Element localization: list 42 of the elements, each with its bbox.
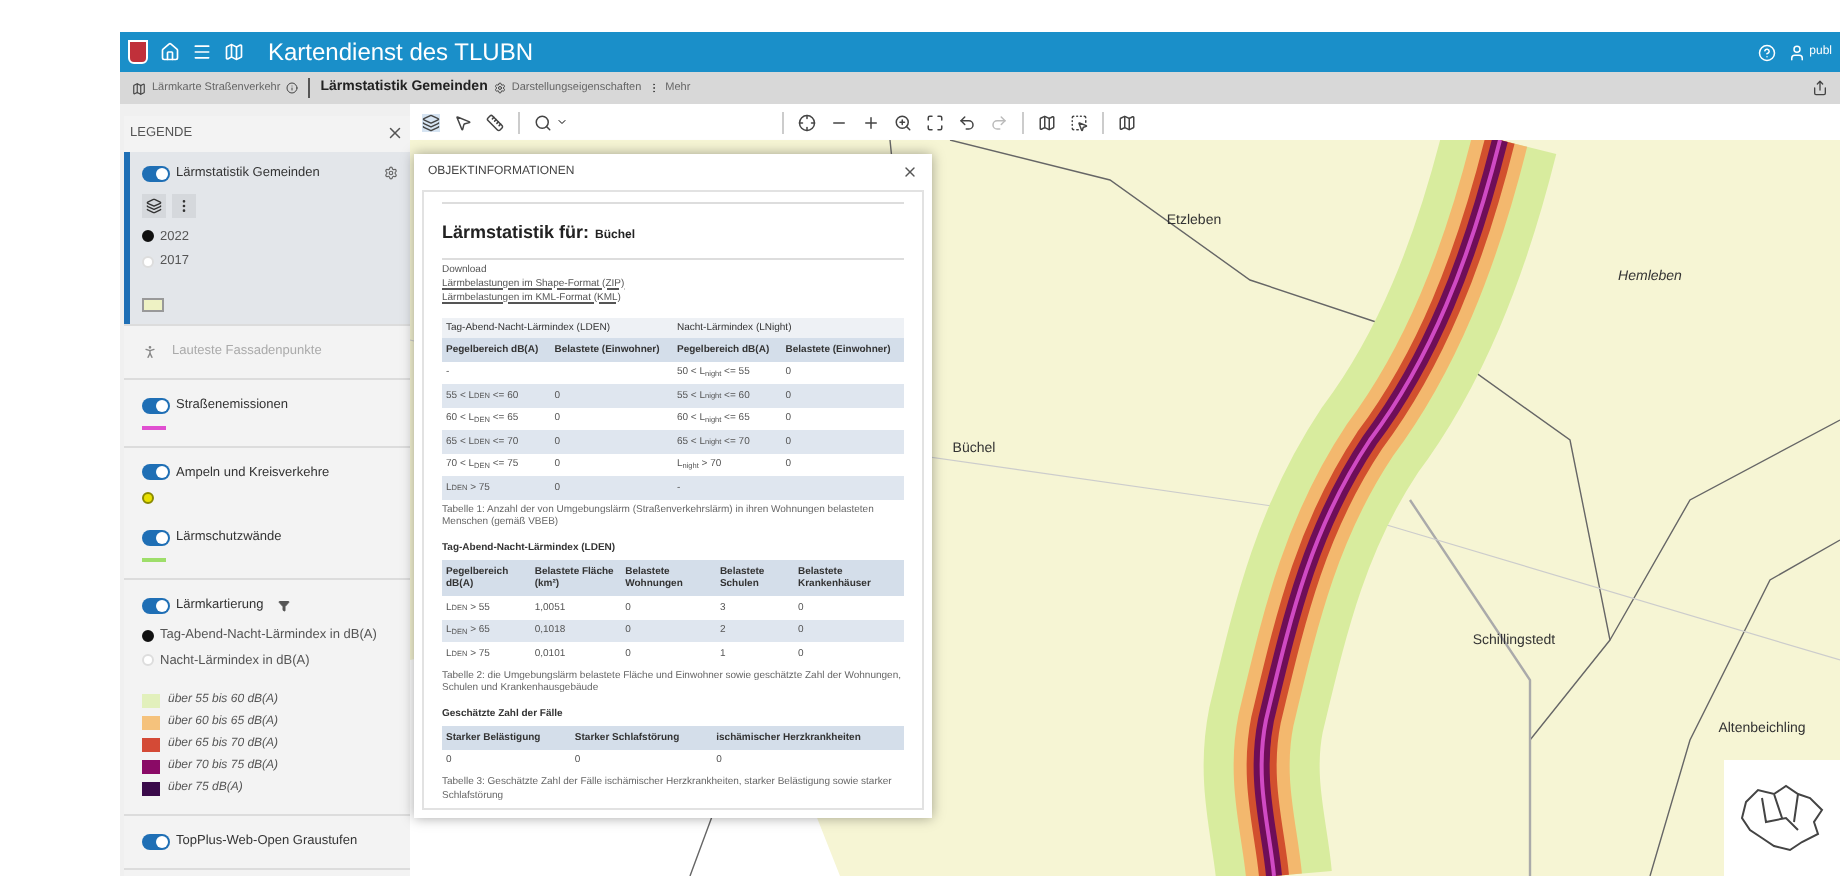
layer-toggle[interactable]	[142, 834, 170, 851]
person-icon	[142, 343, 158, 360]
layers-icon	[146, 197, 162, 213]
map-icon[interactable]	[1038, 113, 1056, 131]
app-title: Kartendienst des TLUBN	[268, 36, 534, 70]
radio-button[interactable]	[142, 230, 154, 243]
zoom-in-icon[interactable]	[862, 113, 880, 131]
user-icon[interactable]	[1787, 43, 1806, 61]
stats-heading: Lärmstatistik für:	[442, 220, 590, 246]
layer-toggle[interactable]	[142, 397, 170, 414]
search-icon[interactable]	[534, 113, 552, 131]
caret-icon[interactable]	[556, 116, 568, 128]
settings-icon[interactable]	[384, 166, 398, 181]
region-outline-icon	[1741, 784, 1824, 852]
settings-icon	[493, 82, 506, 94]
close-icon[interactable]	[386, 124, 404, 143]
map-icon	[132, 81, 146, 95]
coat-of-arms-icon	[128, 40, 148, 64]
magnifier-icon[interactable]	[894, 113, 912, 131]
layer-info-button[interactable]	[142, 193, 166, 217]
layer-toggle[interactable]	[142, 597, 170, 614]
info-icon[interactable]	[286, 82, 299, 94]
map-icon[interactable]	[1118, 113, 1136, 131]
share-icon[interactable]	[1812, 80, 1828, 96]
layer-toggle[interactable]	[142, 165, 170, 182]
radio-button[interactable]	[142, 629, 154, 642]
select-icon[interactable]	[1070, 113, 1088, 131]
menu-icon[interactable]	[192, 42, 212, 62]
locate-icon[interactable]	[798, 113, 816, 131]
undo-icon[interactable]	[958, 113, 976, 131]
help-icon[interactable]	[1757, 43, 1776, 61]
layer-tool-icon[interactable]	[422, 113, 440, 131]
fullscreen-icon[interactable]	[926, 113, 944, 131]
home-icon[interactable]	[160, 42, 180, 62]
layer-toggle[interactable]	[142, 464, 170, 481]
layer-toggle[interactable]	[142, 530, 170, 547]
ruler-icon[interactable]	[486, 113, 504, 131]
pointer-icon[interactable]	[454, 113, 472, 131]
filter-icon[interactable]	[277, 599, 290, 612]
more-button[interactable]	[172, 193, 196, 217]
close-icon[interactable]	[902, 164, 918, 180]
overview-map[interactable]	[1724, 760, 1840, 876]
